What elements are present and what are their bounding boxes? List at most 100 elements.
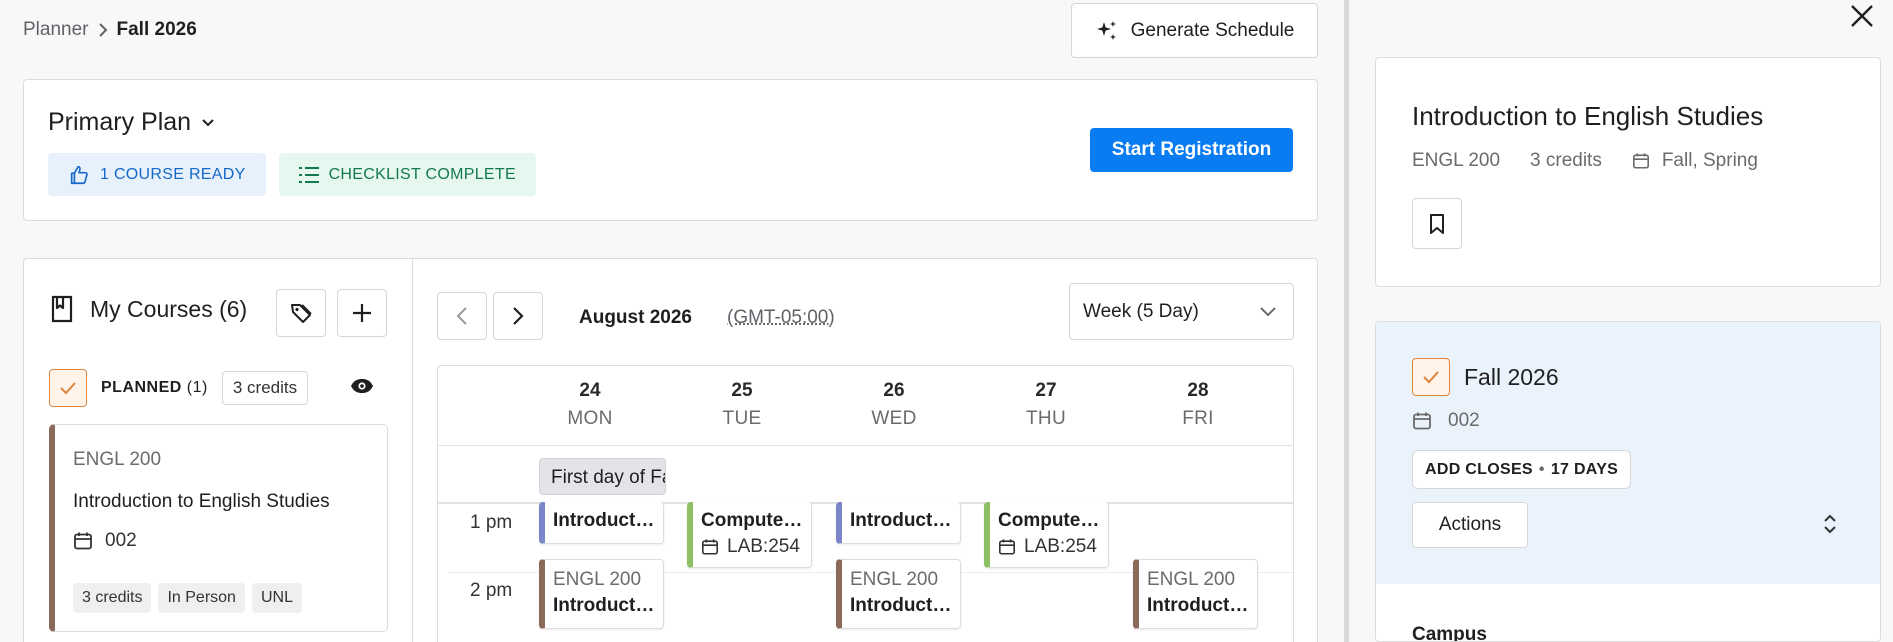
chevron-left-icon: [456, 306, 468, 326]
planned-label-text: PLANNED: [101, 379, 182, 396]
day-name: TUE: [722, 408, 762, 429]
actions-button[interactable]: Actions: [1412, 502, 1528, 548]
expand-collapse-icon[interactable]: [1823, 514, 1837, 534]
event-engl-wed-1[interactable]: Introduction to English Studies: [836, 502, 961, 544]
chevron-right-icon: [97, 23, 109, 37]
day-number: 27: [1035, 380, 1057, 401]
day-name: FRI: [1182, 408, 1214, 429]
calendar-icon: [73, 531, 93, 551]
course-tag-mode: In Person: [158, 583, 245, 613]
event-title: Introduction to English Studies: [850, 595, 952, 616]
checklist-complete-badge[interactable]: CHECKLIST COMPLETE: [278, 153, 536, 196]
eye-icon[interactable]: [350, 378, 374, 394]
my-courses-panel: My Courses (6) PLANNED (1) 3 credits ENG…: [24, 259, 413, 642]
bullet-separator: •: [1538, 460, 1545, 478]
generate-schedule-button[interactable]: Generate Schedule: [1071, 3, 1318, 58]
check-icon: [59, 381, 77, 395]
calendar-month: August 2026: [579, 307, 692, 328]
event-title: Introduction to English Studies: [553, 510, 655, 531]
term-header: Fall 2026: [1412, 358, 1559, 396]
day-number: 25: [731, 380, 753, 401]
event-code: ENGL 200: [1147, 569, 1236, 590]
course-detail-terms: Fall, Spring: [1632, 150, 1758, 172]
bookmark-button[interactable]: [1412, 198, 1462, 249]
add-course-button[interactable]: [337, 289, 387, 337]
next-week-button[interactable]: [493, 292, 543, 340]
planned-credits-pill: 3 credits: [221, 371, 309, 405]
chevron-down-icon: [201, 118, 215, 128]
calendar-icon: [1412, 411, 1432, 431]
breadcrumb-planner-link[interactable]: Planner: [23, 19, 89, 41]
breadcrumb: Planner Fall 2026: [23, 19, 197, 41]
day-number: 24: [579, 380, 601, 401]
planned-checkbox[interactable]: [49, 369, 87, 407]
event-engl-mon-2[interactable]: ENGL 200 Introduction to English Studies: [539, 559, 664, 629]
checklist-complete-label: CHECKLIST COMPLETE: [328, 165, 516, 183]
event-cs-lab-tue[interactable]: Computer Science Lab LAB:254: [687, 502, 812, 568]
event-location: LAB:254: [998, 534, 1100, 560]
course-detail-title: Introduction to English Studies: [1412, 101, 1764, 131]
check-icon: [1422, 370, 1440, 384]
day-name: WED: [871, 408, 917, 429]
view-select[interactable]: Week (5 Day): [1069, 283, 1294, 340]
event-cs-lab-thu[interactable]: Computer Science Lab LAB:254: [984, 502, 1109, 568]
day-header-thu: 27 THU: [970, 380, 1122, 430]
add-closes-value: 17 DAYS: [1550, 460, 1619, 478]
event-engl-wed-2[interactable]: ENGL 200 Introduction to English Studies: [836, 559, 961, 629]
tag-filter-button[interactable]: [276, 289, 326, 337]
course-detail-terms-text: Fall, Spring: [1661, 150, 1758, 171]
chevron-down-icon: [1259, 306, 1277, 318]
event-engl-mon-1[interactable]: Introduction to English Studies: [539, 502, 664, 544]
previous-week-button[interactable]: [437, 292, 487, 340]
plan-selector[interactable]: Primary Plan: [48, 108, 215, 137]
plan-badges: 1 COURSE READY CHECKLIST COMPLETE: [48, 153, 536, 196]
start-registration-button[interactable]: Start Registration: [1090, 128, 1293, 172]
course-title: Introduction to English Studies: [73, 491, 330, 512]
course-ready-badge[interactable]: 1 COURSE READY: [48, 153, 266, 196]
timezone-link[interactable]: (GMT-05:00): [727, 307, 835, 329]
term-checkbox[interactable]: [1412, 358, 1450, 396]
header-divider: [438, 445, 1293, 446]
add-closes-label: ADD CLOSES: [1425, 460, 1533, 478]
day-header-mon: 24 MON: [514, 380, 666, 430]
planned-label: PLANNED (1): [101, 379, 208, 397]
breadcrumb-current: Fall 2026: [116, 19, 197, 40]
calendar-icon: [1632, 152, 1650, 170]
schedule-card: My Courses (6) PLANNED (1) 3 credits ENG…: [23, 258, 1318, 642]
day-number: 26: [883, 380, 905, 401]
course-code: ENGL 200: [73, 449, 162, 470]
event-title: Computer Science Lab: [998, 510, 1100, 531]
event-code: ENGL 200: [553, 569, 642, 590]
bookmark-icon: [1429, 213, 1445, 235]
day-name: MON: [567, 408, 613, 429]
course-detail-credits: 3 credits: [1530, 150, 1602, 171]
day-header-tue: 25 TUE: [666, 380, 818, 430]
term-section-card: Fall 2026 002 ADD CLOSES • 17 DAYS Actio…: [1375, 321, 1881, 642]
sparkle-icon: [1095, 19, 1119, 43]
course-card-engl-200[interactable]: ENGL 200 Introduction to English Studies…: [49, 424, 388, 632]
event-location: LAB:254: [701, 534, 803, 560]
course-section: 002: [73, 530, 137, 552]
view-select-value: Week (5 Day): [1083, 300, 1199, 322]
all-day-event[interactable]: First day of Fall: [539, 458, 666, 495]
planned-group-header: PLANNED (1) 3 credits: [49, 369, 309, 407]
planned-count: (1): [186, 379, 208, 396]
term-section: 002: [1412, 410, 1480, 432]
event-title: Introduction to English Studies: [1147, 595, 1249, 616]
term-section-number: 002: [1448, 410, 1480, 431]
course-detail-meta: ENGL 200 3 credits Fall, Spring: [1412, 150, 1758, 172]
event-code: ENGL 200: [850, 569, 939, 590]
day-header-fri: 28 FRI: [1122, 380, 1274, 430]
add-closes-badge: ADD CLOSES • 17 DAYS: [1412, 450, 1632, 489]
calendar-icon: [998, 538, 1016, 556]
calendar-icon: [701, 538, 719, 556]
event-engl-fri[interactable]: ENGL 200 Introduction to English Studies: [1133, 559, 1258, 629]
close-icon[interactable]: [1850, 4, 1874, 28]
day-number: 28: [1187, 380, 1209, 401]
thumbs-up-icon: [68, 164, 90, 186]
course-tags: 3 credits In Person UNL: [73, 583, 302, 613]
course-section-number: 002: [105, 530, 137, 551]
time-label-1pm: 1 pm: [470, 512, 513, 533]
course-tag-credits: 3 credits: [73, 583, 152, 613]
event-title: Computer Science Lab: [701, 510, 803, 531]
